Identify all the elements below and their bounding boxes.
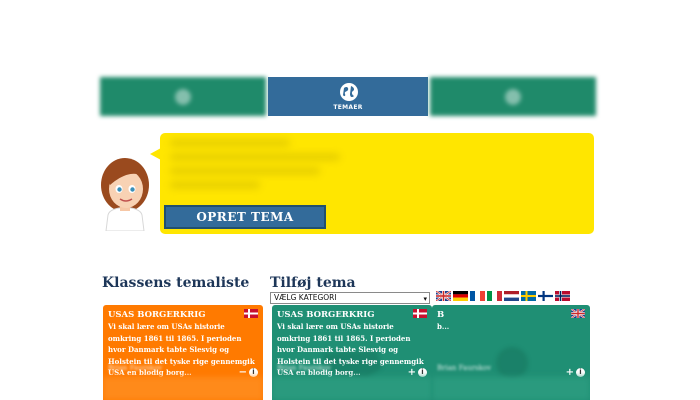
category-select-value: VÆLG KATEGORI xyxy=(274,293,337,302)
italy-flag[interactable] xyxy=(487,291,502,301)
globe-icon xyxy=(340,83,358,101)
sweden-flag[interactable] xyxy=(521,291,536,301)
germany-flag[interactable] xyxy=(453,291,468,301)
card-blurred-next xyxy=(432,377,590,400)
card-author: Brian Faurskov xyxy=(108,364,163,372)
card-title: B xyxy=(437,310,445,320)
nav-left-icon xyxy=(175,88,191,105)
nav-right-icon xyxy=(505,88,521,105)
card-author: Brian Faurskov xyxy=(437,364,492,372)
norway-flag[interactable] xyxy=(555,291,570,301)
add-theme-heading: Tilføj tema xyxy=(270,275,356,291)
category-select[interactable]: VÆLG KATEGORI ▾ xyxy=(270,292,430,304)
card-author: Brian Faurskov xyxy=(277,364,332,372)
create-theme-button[interactable]: OPRET TEMA xyxy=(164,205,326,229)
denmark-flag xyxy=(244,309,258,318)
card-description: b... xyxy=(437,322,450,331)
theme-card-class-list[interactable]: USAS BORGERKRIG Vi skal lære om USAs his… xyxy=(103,305,263,400)
nav-tab-right[interactable] xyxy=(430,77,596,116)
info-icon[interactable]: i xyxy=(418,368,427,377)
card-title: USAS BORGERKRIG xyxy=(277,310,375,320)
finland-flag[interactable] xyxy=(538,291,553,301)
language-flags xyxy=(436,291,570,301)
uk-flag xyxy=(571,309,585,318)
denmark-flag xyxy=(413,309,427,318)
info-icon[interactable]: i xyxy=(249,368,258,377)
avatar xyxy=(101,158,149,231)
netherlands-flag[interactable] xyxy=(504,291,519,301)
nav-tab-themes-label: TEMAER xyxy=(333,104,363,111)
theme-card-add[interactable]: USAS BORGERKRIG Vi skal lære om USAs his… xyxy=(272,305,432,400)
info-icon[interactable]: i xyxy=(576,368,585,377)
uk-flag[interactable] xyxy=(436,291,451,301)
chevron-down-icon: ▾ xyxy=(423,295,427,303)
card-blurred-next xyxy=(272,377,432,400)
theme-card-add[interactable]: B b... + i xyxy=(432,305,590,400)
class-list-heading: Klassens temaliste xyxy=(102,275,250,291)
speech-blurred-text xyxy=(170,140,350,200)
card-blurred-next xyxy=(103,377,263,400)
nav-tab-left[interactable] xyxy=(100,77,266,116)
france-flag[interactable] xyxy=(470,291,485,301)
card-title: USAS BORGERKRIG xyxy=(108,310,206,320)
